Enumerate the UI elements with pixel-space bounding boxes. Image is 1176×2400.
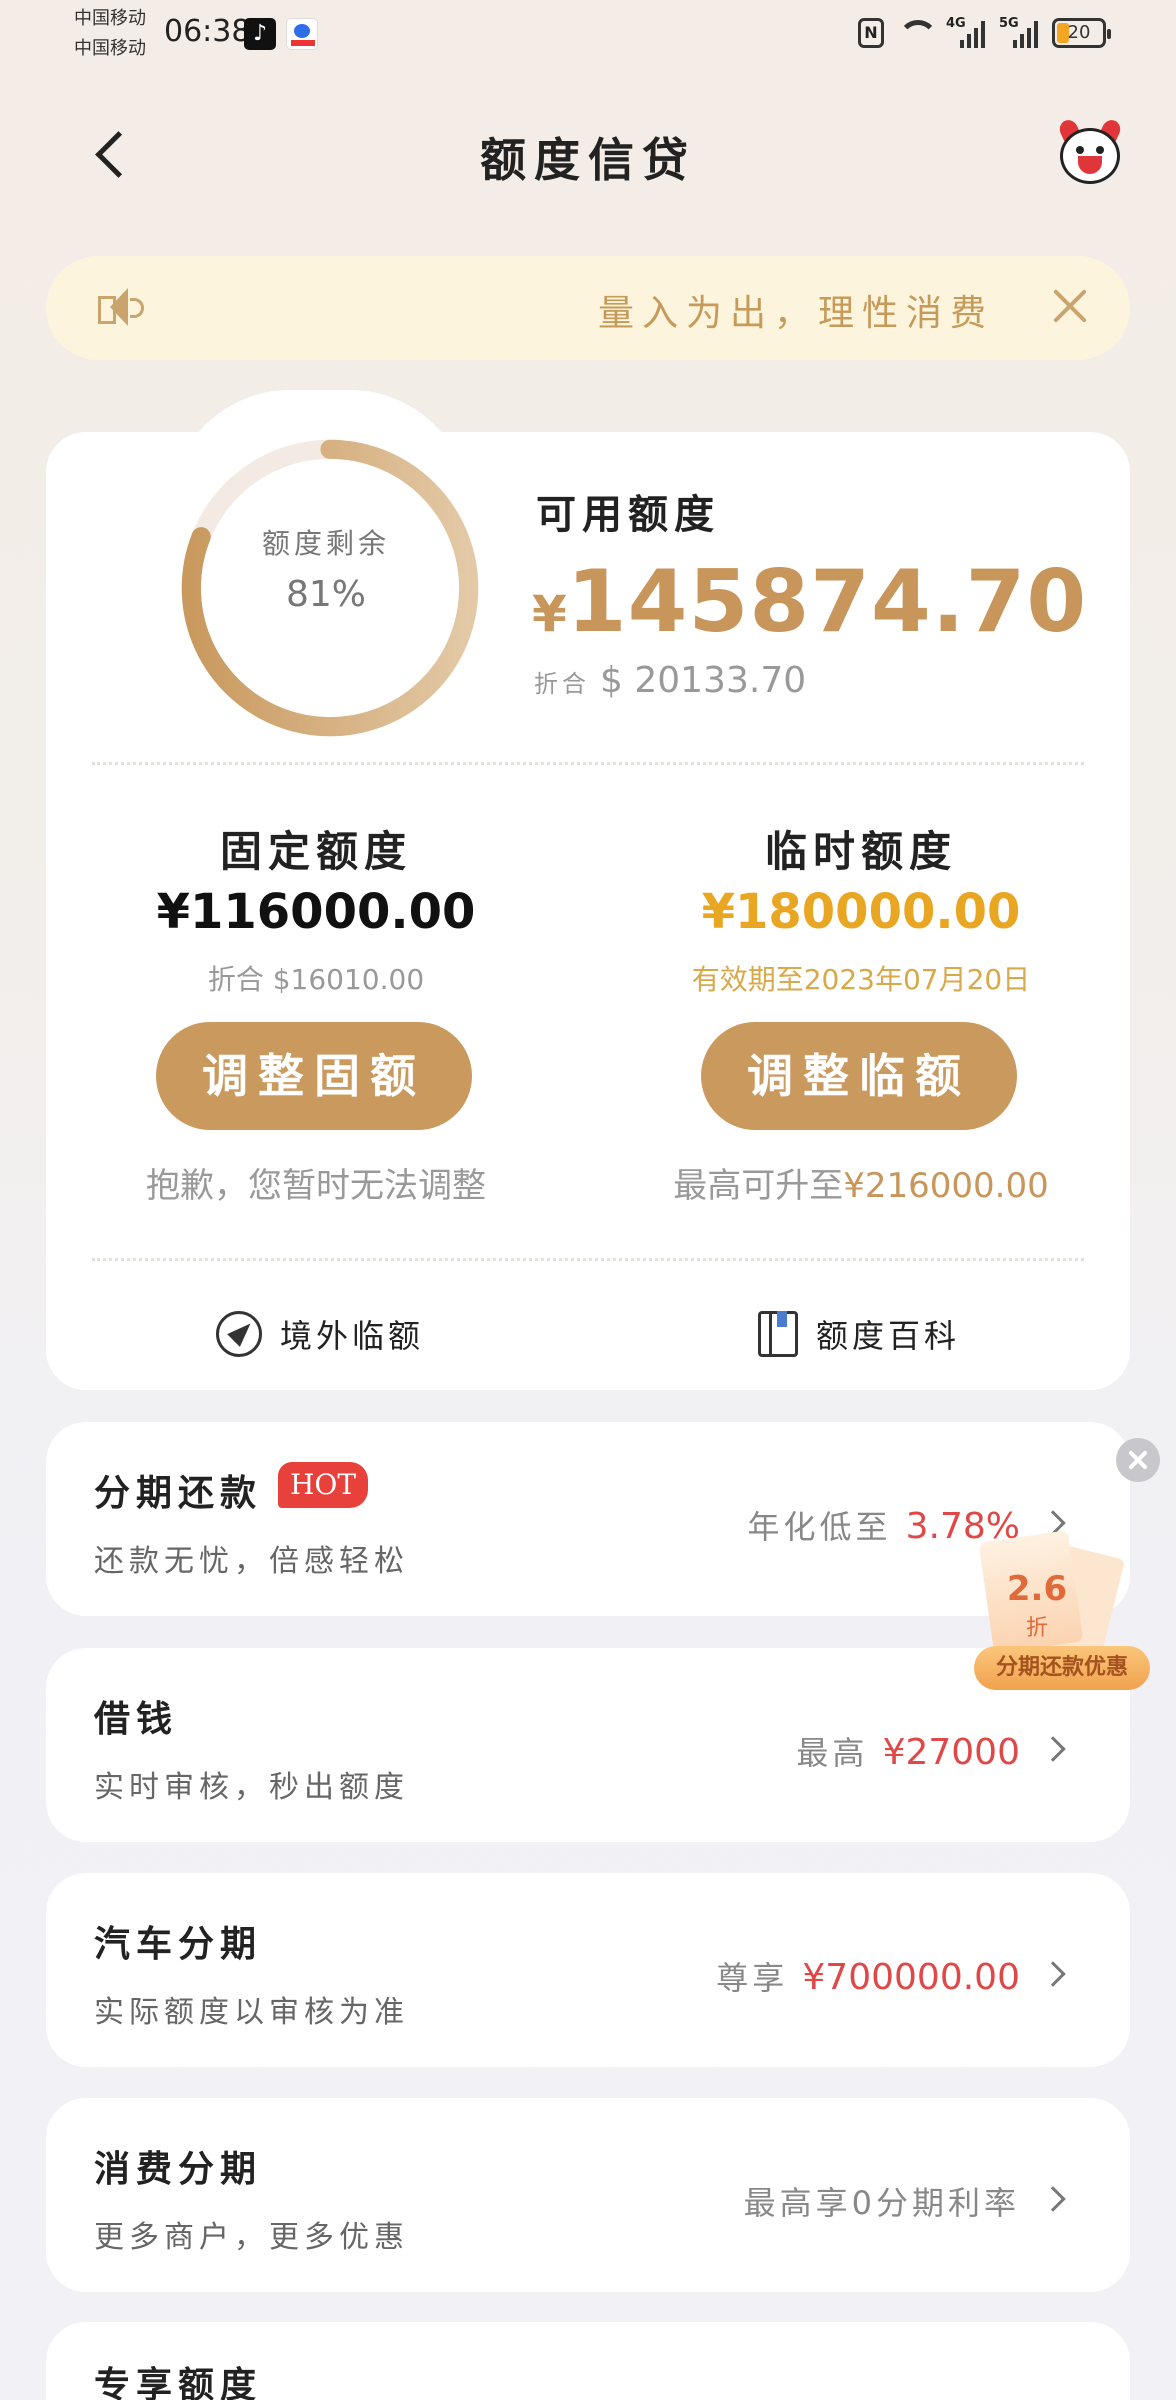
close-icon[interactable]: [1048, 284, 1092, 328]
net-label-4g: 4G: [946, 16, 966, 31]
promo-discount: 2.6: [1006, 1569, 1068, 1609]
fixed-credit-amount: ¥116000.00: [156, 884, 476, 940]
credit-card-panel: 额度剩余 81% 可用额度 ¥145874.70 折合 $ 20133.70 固定…: [46, 432, 1130, 1390]
overseas-temp-link[interactable]: 境外临额: [216, 1304, 424, 1364]
mascot-avatar-icon[interactable]: [1054, 117, 1126, 188]
installment-promo-badge[interactable]: 2.6 折 分期还款优惠: [972, 1530, 1152, 1696]
temp-credit-title: 临时额度: [764, 827, 957, 876]
promo-label: 分期还款优惠: [974, 1646, 1150, 1690]
product-title: 分期还款: [94, 1472, 263, 1514]
product-limit-value: ¥700000.00: [802, 1957, 1020, 1998]
book-icon: [758, 1311, 798, 1357]
fixed-credit-usd: 折合 $16010.00: [207, 963, 425, 996]
notice-text: 量入为出，理性消费: [597, 293, 994, 334]
product-desc: 实时审核，秒出额度: [94, 1770, 409, 1805]
product-row-installment-repay[interactable]: 分期还款 HOT 还款无忧，倍感轻松 年化低至 3.78%: [46, 1422, 1130, 1616]
nfc-icon: N: [858, 18, 884, 48]
product-offer-text: 最高享0分期利率: [743, 2184, 1020, 2222]
signal-5g-icon: 5G: [999, 16, 1038, 48]
temp-credit-column: 临时额度 ¥180000.00 有效期至2023年07月20日 调整临额 最高可…: [621, 432, 1101, 1232]
fixed-credit-note: 抱歉，您暂时无法调整: [146, 1166, 486, 1206]
chevron-right-icon: [1040, 2186, 1066, 2212]
status-bar: 中国移动 中国移动 06:38 ♪ N 4G 5G 20: [0, 0, 1176, 70]
clock: 06:38: [164, 14, 251, 49]
product-limit: 最高 ¥27000: [796, 1728, 1020, 1774]
product-limit-prefix: 最高: [796, 1734, 883, 1772]
tiktok-icon: ♪: [244, 18, 276, 50]
product-title: 消费分期: [94, 2148, 263, 2190]
temp-note-prefix: 最高可升至: [673, 1166, 844, 1206]
product-title: 借钱: [94, 1698, 179, 1740]
fixed-credit-column: 固定额度 ¥116000.00 折合 $16010.00 调整固额 抱歉，您暂时…: [76, 432, 556, 1232]
product-title: 汽车分期: [94, 1923, 263, 1965]
divider: [92, 1258, 1084, 1261]
product-rate-prefix: 年化低至: [747, 1508, 906, 1546]
product-limit-value: ¥27000: [882, 1732, 1020, 1773]
product-offer: 最高享0分期利率: [744, 2178, 1020, 2224]
carrier-2: 中国移动: [74, 38, 146, 59]
promo-close-icon[interactable]: [1116, 1438, 1160, 1482]
product-row-car-installment[interactable]: 汽车分期 实际额度以审核为准 尊享 ¥700000.00: [46, 1873, 1130, 2067]
system-icons: N 4G 5G 20: [858, 16, 1111, 48]
product-title: 专享额度: [94, 2364, 263, 2400]
page-title: 额度信贷: [480, 133, 696, 187]
fixed-credit-title: 固定额度: [219, 827, 412, 876]
hot-badge: HOT: [278, 1462, 368, 1508]
promo-discount-unit: 折: [1025, 1616, 1048, 1641]
temp-credit-validity: 有效期至2023年07月20日: [691, 963, 1031, 996]
plane-icon: [216, 1311, 262, 1357]
product-limit-prefix: 尊享: [716, 1959, 803, 1997]
carrier-1: 中国移动: [74, 8, 146, 29]
product-row-exclusive-credit[interactable]: 专享额度: [46, 2322, 1130, 2400]
product-desc: 实际额度以审核为准: [94, 1995, 409, 2030]
battery-icon: 20: [1052, 18, 1111, 48]
credit-wiki-label: 额度百科: [816, 1317, 961, 1355]
credit-wiki-link[interactable]: 额度百科: [758, 1304, 960, 1364]
product-row-consumer-installment[interactable]: 消费分期 更多商户，更多优惠 最高享0分期利率: [46, 2098, 1130, 2292]
temp-credit-note: 最高可升至¥216000.00: [621, 1158, 1101, 1207]
baidu-icon: [286, 18, 318, 50]
notice-bar: 量入为出，理性消费: [46, 256, 1130, 360]
adjust-temp-button[interactable]: 调整临额: [701, 1022, 1017, 1130]
wifi-icon: [898, 20, 938, 46]
product-row-borrow[interactable]: 借钱 实时审核，秒出额度 最高 ¥27000: [46, 1648, 1130, 1842]
battery-level: 20: [1067, 22, 1091, 43]
adjust-fixed-button[interactable]: 调整固额: [156, 1022, 472, 1130]
speaker-icon: [98, 286, 146, 330]
product-limit: 尊享 ¥700000.00: [716, 1953, 1020, 1999]
temp-credit-amount: ¥180000.00: [701, 884, 1021, 940]
temp-note-value: ¥216000.00: [843, 1166, 1049, 1206]
product-desc: 更多商户，更多优惠: [94, 2220, 409, 2255]
net-label-5g: 5G: [999, 16, 1019, 31]
chevron-right-icon: [1040, 1736, 1066, 1762]
product-desc: 还款无忧，倍感轻松: [94, 1544, 409, 1579]
chevron-right-icon: [1040, 1961, 1066, 1987]
signal-4g-icon: 4G: [946, 16, 985, 48]
overseas-temp-label: 境外临额: [280, 1317, 425, 1355]
